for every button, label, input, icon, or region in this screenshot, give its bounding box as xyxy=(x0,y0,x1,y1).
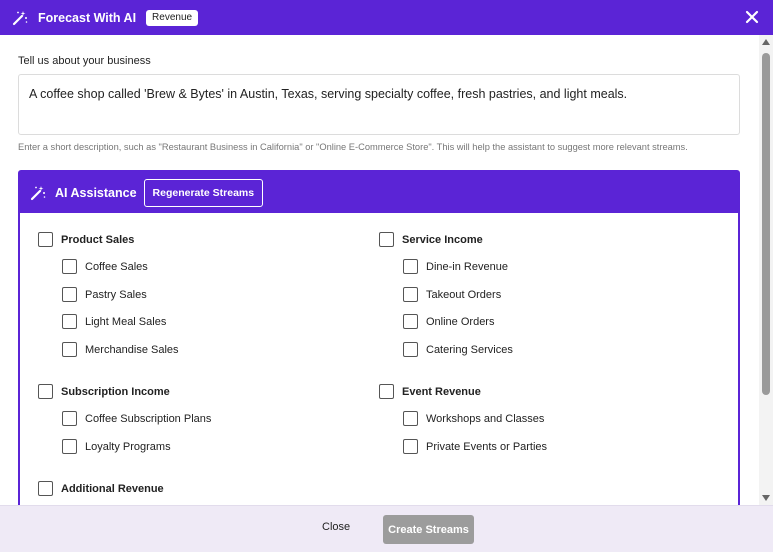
stream-label: Loyalty Programs xyxy=(85,440,171,453)
business-description-input[interactable]: A coffee shop called 'Brew & Bytes' in A… xyxy=(18,74,740,135)
dialog-content: Tell us about your business A coffee sho… xyxy=(0,35,759,505)
checkbox-merchandise-sales[interactable]: Merchandise Sales xyxy=(62,342,179,357)
checkbox-catering-services[interactable]: Catering Services xyxy=(403,342,513,357)
checkbox-additional-revenue[interactable]: Additional Revenue xyxy=(38,481,164,496)
business-hint: Enter a short description, such as "Rest… xyxy=(18,142,688,152)
stream-group-label: Product Sales xyxy=(61,233,135,246)
dialog-footer: Close Create Streams xyxy=(0,505,773,552)
stream-label: Takeout Orders xyxy=(426,288,502,301)
checkbox-takeout-orders[interactable]: Takeout Orders xyxy=(403,287,501,302)
checkbox[interactable] xyxy=(62,259,77,274)
checkbox-subscription-income[interactable]: Subscription Income xyxy=(38,384,170,399)
checkbox-pastry-sales[interactable]: Pastry Sales xyxy=(62,287,147,302)
create-streams-button[interactable]: Create Streams xyxy=(383,515,474,544)
checkbox-coffee-sales[interactable]: Coffee Sales xyxy=(62,259,148,274)
checkbox[interactable] xyxy=(403,411,418,426)
ai-assistance-header: AI Assistance Regenerate Streams xyxy=(20,172,738,213)
stream-label: Private Events or Parties xyxy=(426,440,548,453)
scroll-up-arrow-icon[interactable] xyxy=(762,39,770,45)
checkbox[interactable] xyxy=(403,259,418,274)
scroll-down-arrow-icon[interactable] xyxy=(762,495,770,501)
stream-group-label: Event Revenue xyxy=(402,385,481,398)
checkbox-coffee-subscription-plans[interactable]: Coffee Subscription Plans xyxy=(62,411,211,426)
stream-group-label: Service Income xyxy=(402,233,483,246)
magic-wand-icon xyxy=(30,185,46,200)
regenerate-streams-button[interactable]: Regenerate Streams xyxy=(143,178,264,207)
ai-assistance-title: AI Assistance xyxy=(55,185,137,200)
magic-wand-icon xyxy=(12,10,28,25)
checkbox[interactable] xyxy=(62,314,77,329)
close-button[interactable]: Close xyxy=(312,519,360,535)
checkbox[interactable] xyxy=(62,287,77,302)
stream-label: Workshops and Classes xyxy=(426,412,545,425)
close-icon[interactable] xyxy=(743,8,761,26)
dialog-title: Forecast With AI xyxy=(38,10,137,25)
checkbox-loyalty-programs[interactable]: Loyalty Programs xyxy=(62,439,171,454)
checkbox-online-orders[interactable]: Online Orders xyxy=(403,314,494,329)
stream-label: Catering Services xyxy=(426,343,513,356)
checkbox[interactable] xyxy=(403,342,418,357)
checkbox[interactable] xyxy=(62,342,77,357)
checkbox-event-revenue[interactable]: Event Revenue xyxy=(379,384,481,399)
stream-label: Dine-in Revenue xyxy=(426,260,508,273)
checkbox-product-sales[interactable]: Product Sales xyxy=(38,232,134,247)
checkbox-service-income[interactable]: Service Income xyxy=(379,232,483,247)
stream-label: Online Orders xyxy=(426,315,495,328)
checkbox-private-events-or-parties[interactable]: Private Events or Parties xyxy=(403,439,547,454)
stream-label: Coffee Sales xyxy=(85,260,148,273)
checkbox[interactable] xyxy=(379,232,394,247)
checkbox[interactable] xyxy=(62,439,77,454)
checkbox[interactable] xyxy=(38,481,53,496)
stream-label: Coffee Subscription Plans xyxy=(85,412,212,425)
checkbox[interactable] xyxy=(403,439,418,454)
scrollbar-thumb[interactable] xyxy=(762,53,770,395)
business-label: Tell us about your business xyxy=(18,55,151,67)
checkbox[interactable] xyxy=(38,232,53,247)
checkbox[interactable] xyxy=(379,384,394,399)
stream-label: Light Meal Sales xyxy=(85,315,167,328)
stream-label: Pastry Sales xyxy=(85,288,147,301)
checkbox-workshops-and-classes[interactable]: Workshops and Classes xyxy=(403,411,544,426)
checkbox[interactable] xyxy=(62,411,77,426)
vertical-scrollbar[interactable] xyxy=(759,35,773,505)
checkbox[interactable] xyxy=(403,314,418,329)
checkbox-light-meal-sales[interactable]: Light Meal Sales xyxy=(62,314,166,329)
ai-assistance-panel: AI Assistance Regenerate Streams Product… xyxy=(18,170,740,505)
stream-label: Merchandise Sales xyxy=(85,343,179,356)
checkbox[interactable] xyxy=(38,384,53,399)
checkbox[interactable] xyxy=(403,287,418,302)
revenue-badge: Revenue xyxy=(146,9,199,26)
stream-group-label: Additional Revenue xyxy=(61,482,164,495)
stream-group-label: Subscription Income xyxy=(61,385,170,398)
dialog-header: Forecast With AI Revenue xyxy=(0,0,773,35)
checkbox-dine-in-revenue[interactable]: Dine-in Revenue xyxy=(403,259,508,274)
